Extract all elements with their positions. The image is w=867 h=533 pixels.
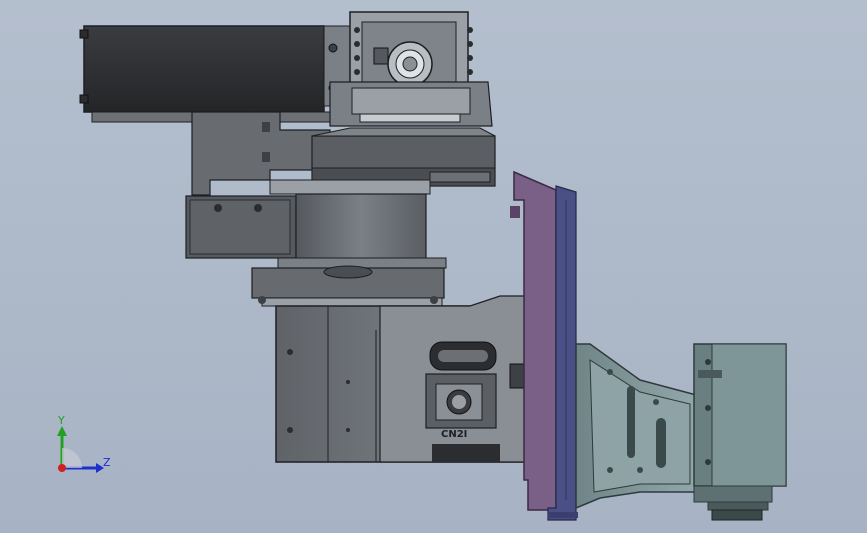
z-axis-label: Z [103,456,111,469]
top-motor-block [79,25,355,123]
triad-plane-icon [62,448,82,468]
robot-joint-assembly: CN2I Y Z [57,11,787,521]
teal-bracket [575,343,701,510]
lower-actuator-body: CN2I [275,295,529,463]
y-axis-label: Y [57,414,65,427]
connector-label: CN2I [441,429,467,440]
top-gear-housing [329,11,493,127]
axis-triad: Y Z [57,414,111,473]
y-axis-arrow-icon [57,426,67,436]
x-axis-dot-icon [58,464,66,472]
left-bracket-box [185,195,297,259]
cad-viewport[interactable]: CN2I Y Z [0,0,867,533]
teal-motor [693,343,787,521]
